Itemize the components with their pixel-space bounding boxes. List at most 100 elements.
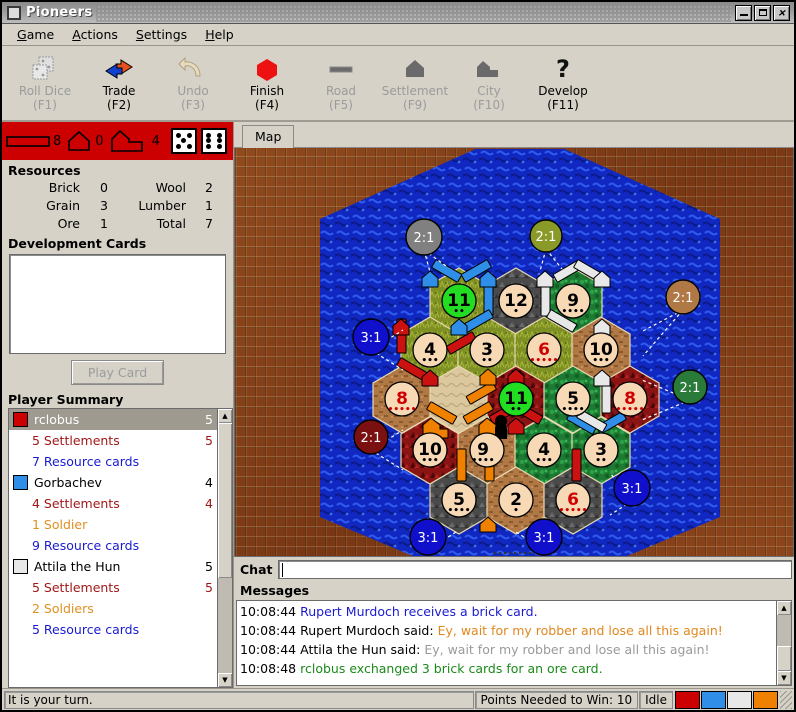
detail-text: 1 Soldier	[32, 517, 88, 532]
city-icon	[474, 54, 504, 84]
road-label: Road	[325, 84, 357, 98]
city-button[interactable]: City (F10)	[452, 50, 526, 112]
player-points: 5	[205, 559, 213, 574]
scroll-up-icon[interactable]: ▲	[218, 409, 232, 423]
port-2to1-mine: 2:1	[353, 419, 389, 455]
player-name: rclobus	[34, 412, 80, 427]
maximize-button[interactable]	[754, 4, 771, 21]
tab-map[interactable]: Map	[242, 125, 295, 148]
svg-text:•: •	[513, 307, 519, 317]
city-label: City	[477, 84, 501, 98]
road-button[interactable]: Road (F5)	[304, 50, 378, 112]
menu-actions[interactable]: Actions	[63, 25, 127, 44]
close-button[interactable]: ✕	[773, 4, 790, 21]
title-bar: Pioneers ✕	[2, 2, 794, 24]
svg-text:3:1: 3:1	[534, 531, 555, 546]
resource-value-lumber: 1	[205, 198, 213, 213]
scrollbar-track[interactable]	[777, 615, 791, 671]
messages-list[interactable]: 10:08:44 Rupert Murdoch receives a brick…	[236, 600, 777, 686]
road-icon	[326, 54, 356, 84]
roll-dice-button[interactable]: Roll Dice (F1)	[8, 50, 82, 112]
scroll-up-icon[interactable]: ▲	[777, 601, 791, 615]
player-name: Gorbachev	[34, 475, 102, 490]
resources-grid: Brick 0 Wool 2 Grain 3 Lumber 1 Ore 1 To…	[2, 179, 233, 233]
development-cards-list[interactable]	[9, 254, 226, 354]
main-body: 8 0 4 Resources Brick 0 Wool 2 Grain 3 L…	[2, 122, 794, 688]
detail-value: 5	[205, 580, 213, 595]
player-summary-list[interactable]: rclobus 5 5 Settlements 5 7 Resource car…	[8, 408, 218, 688]
title-bar-texture	[96, 3, 731, 22]
settlement-icon	[400, 54, 430, 84]
chat-input[interactable]	[278, 559, 792, 579]
player-summary-scrollbar[interactable]: ▲ ▼	[218, 408, 233, 688]
scroll-down-icon[interactable]: ▼	[218, 673, 232, 687]
player-detail-settlements: 4 Settlements 4	[9, 493, 217, 514]
board-chat-splitter[interactable]	[235, 550, 793, 556]
menu-game[interactable]: Game	[8, 25, 63, 44]
player-detail-soldiers: 1 Soldier	[9, 514, 217, 535]
svg-text:••: ••	[510, 405, 522, 415]
resources-title: Resources	[8, 163, 81, 178]
pioneers-window: Pioneers ✕ Game Actions Settings Help Ro…	[0, 0, 796, 712]
svg-text:2:1: 2:1	[414, 231, 435, 246]
undo-key: (F3)	[181, 98, 205, 112]
svg-text:3:1: 3:1	[622, 482, 643, 497]
status-bar: It is your turn. Points Needed to Win: 1…	[2, 688, 794, 710]
message-prefix: Attila the Hun said:	[300, 642, 421, 657]
scroll-down-icon[interactable]: ▼	[777, 671, 791, 685]
player-color-swatch	[13, 559, 28, 574]
resource-value-ore: 1	[100, 216, 108, 231]
player-build-banner: 8 0 4	[2, 122, 233, 160]
player-row-gorbachev[interactable]: Gorbachev 4	[9, 472, 217, 493]
resource-label-wool: Wool	[155, 180, 186, 195]
detail-text: 5 Resource cards	[32, 622, 140, 637]
message-time: 10:08:44	[240, 642, 297, 657]
player-row-attila[interactable]: Attila the Hun 5	[9, 556, 217, 577]
die-two	[201, 128, 227, 154]
player-detail-settlements: 5 Settlements 5	[9, 577, 217, 598]
scrollbar-thumb[interactable]	[218, 423, 232, 578]
toolbar: Roll Dice (F1) Trade (F2) Undo (F3) Fini…	[2, 46, 794, 122]
question-mark-icon: ?	[548, 54, 578, 84]
game-board[interactable]: 11 •• 12 • 9 •••• 4 ••• 3 •• 6 ••••• 10 ••• 8 ••…	[234, 148, 794, 557]
svg-text:••••: ••••	[561, 405, 584, 415]
player-detail-resource-cards: 9 Resource cards	[9, 535, 217, 556]
scrollbar-track[interactable]	[218, 423, 232, 673]
port-3to1-right: 3:1	[613, 469, 651, 507]
trade-button[interactable]: Trade (F2)	[82, 50, 156, 112]
svg-text:3:1: 3:1	[361, 331, 382, 346]
legend-color-red	[675, 690, 700, 709]
message-text: rclobus exchanged 3 brick cards for an o…	[300, 661, 603, 676]
scrollbar-thumb[interactable]	[777, 645, 791, 671]
develop-label: Develop	[538, 84, 588, 98]
chat-row: Chat	[234, 557, 794, 581]
play-card-button[interactable]: Play Card	[70, 360, 165, 385]
road-count: 8	[53, 133, 62, 149]
close-icon: ✕	[778, 6, 785, 19]
board-hex-map[interactable]: 11•• 12• 9•••• 4••• 3•• 6••••• 10••• 8••…	[239, 149, 794, 557]
city-count: 4	[151, 133, 160, 149]
legend-color-blue	[701, 690, 726, 709]
resize-grip[interactable]	[780, 690, 792, 709]
detail-text: 2 Soldiers	[32, 601, 94, 616]
menu-settings[interactable]: Settings	[127, 25, 196, 44]
die-one	[171, 128, 197, 154]
minimize-button[interactable]	[735, 4, 752, 21]
menu-help[interactable]: Help	[196, 25, 243, 44]
player-points: 5	[205, 412, 213, 427]
trade-key: (F2)	[107, 98, 131, 112]
develop-button[interactable]: ? Develop (F11)	[526, 50, 600, 112]
finish-button[interactable]: Finish (F4)	[230, 50, 304, 112]
finish-label: Finish	[249, 84, 285, 98]
svg-text:•••••: •••••	[530, 356, 559, 366]
undo-button[interactable]: Undo (F3)	[156, 50, 230, 112]
player-color-swatch	[13, 475, 28, 490]
player-row-rclobus[interactable]: rclobus 5	[9, 409, 217, 430]
menu-help-label: elp	[214, 27, 234, 42]
right-panel: Map 11 •• 12 • 9 •••• 4 ••• 3 •• 6 •••••…	[234, 122, 794, 688]
messages-scrollbar[interactable]: ▲ ▼	[777, 600, 792, 686]
dice-display	[171, 128, 229, 154]
menu-actions-label: ctions	[80, 27, 118, 42]
text-caret	[282, 562, 284, 577]
settlement-button[interactable]: Settlement (F9)	[378, 50, 452, 112]
